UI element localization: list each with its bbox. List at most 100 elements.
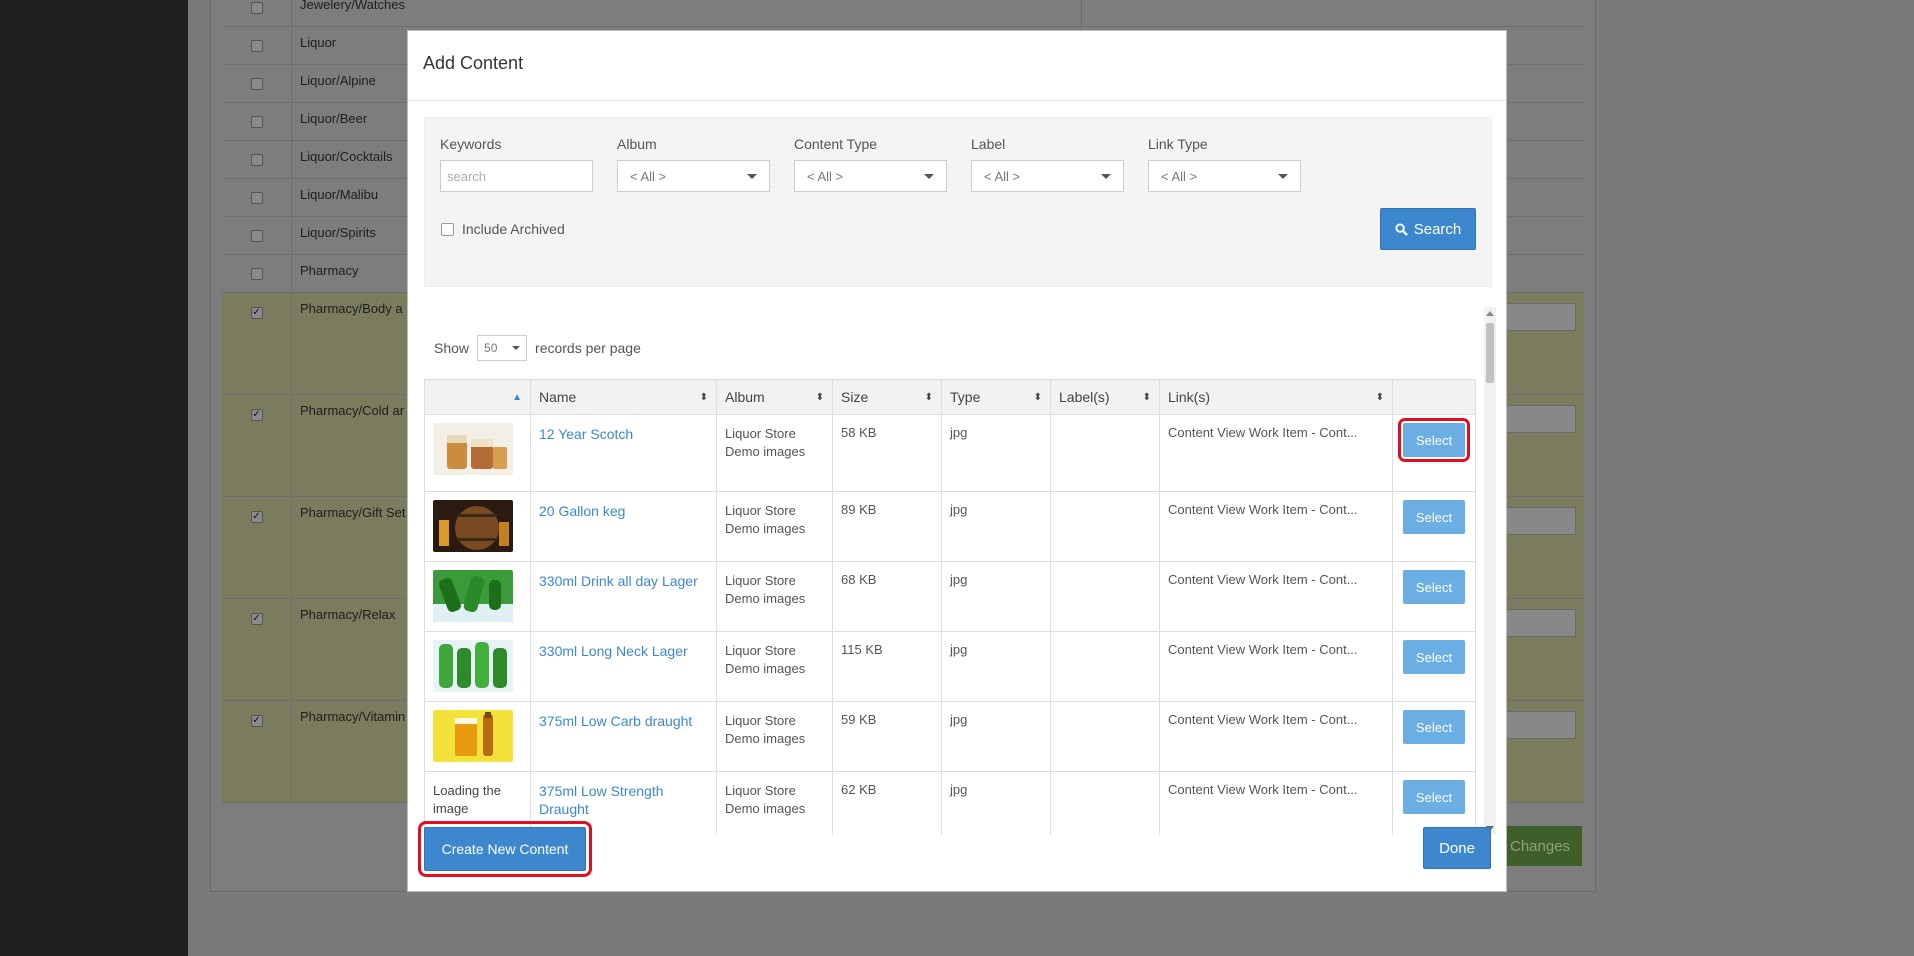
records-per-page-label: records per page: [535, 340, 641, 356]
category-checkbox: ✓: [250, 511, 263, 523]
content-name-link[interactable]: 20 Gallon keg: [539, 503, 625, 519]
album-cell: Liquor Store Demo images: [717, 632, 833, 701]
links-cell: Content View Work Item - Cont...: [1160, 702, 1393, 771]
category-checkbox-cell: [222, 217, 292, 254]
label-select-value: < All >: [984, 168, 1021, 184]
action-cell: Select: [1393, 415, 1475, 491]
keywords-label: Keywords: [440, 136, 502, 152]
select-button[interactable]: Select: [1403, 780, 1465, 814]
category-checkbox: [250, 153, 263, 166]
category-checkbox: [250, 267, 263, 280]
content-name-link[interactable]: 375ml Low Strength Draught: [539, 783, 664, 817]
category-checkbox: [250, 191, 263, 204]
page-length-value: 50: [484, 341, 498, 355]
album-cell: Liquor Store Demo images: [717, 415, 833, 491]
table-body: 12 Year Scotch Liquor Store Demo images 58…: [424, 415, 1476, 835]
category-checkbox-cell: [222, 141, 292, 178]
create-new-content-button[interactable]: Create New Content: [418, 821, 592, 877]
page-length-control: Show 50 records per page: [434, 335, 641, 361]
add-content-modal: Add Content Keywords Album < All > Conte…: [407, 30, 1507, 892]
sort-icon: ⬍: [1142, 391, 1151, 403]
loading-image-text: Loading the image: [433, 783, 501, 816]
size-cell: 59 KB: [833, 702, 942, 771]
page-length-select[interactable]: 50: [477, 335, 528, 361]
sort-icon: ⬍: [924, 391, 933, 403]
links-cell: Content View Work Item - Cont...: [1160, 562, 1393, 631]
include-archived-option[interactable]: Include Archived: [441, 221, 565, 237]
thumbnail-image: [433, 710, 513, 765]
type-cell: jpg: [942, 492, 1051, 561]
album-cell: Liquor Store Demo images: [717, 492, 833, 561]
labels-cell: [1051, 562, 1160, 631]
modal-header: Add Content: [408, 31, 1506, 101]
thumbnail-image: [433, 640, 513, 695]
table-row: 375ml Low Carb draught Liquor Store Demo …: [424, 702, 1476, 772]
name-cell: 375ml Low Strength Draught: [531, 772, 717, 835]
link-type-group: Link Type < All >: [1148, 136, 1301, 192]
done-button[interactable]: Done: [1423, 827, 1491, 869]
category-checkbox-cell: ✓: [222, 599, 292, 700]
chevron-down-icon: [1101, 173, 1111, 179]
label-group: Label < All >: [971, 136, 1124, 192]
type-cell: jpg: [942, 772, 1051, 835]
search-button[interactable]: Search: [1380, 208, 1476, 250]
album-cell: Liquor Store Demo images: [717, 702, 833, 771]
chevron-down-icon: [924, 173, 934, 179]
category-checkbox-cell: [222, 255, 292, 292]
column-thumbnail[interactable]: ▲: [425, 380, 531, 414]
category-extra-cell: [1082, 0, 1584, 26]
album-select[interactable]: < All >: [617, 160, 770, 192]
content-name-link[interactable]: 12 Year Scotch: [539, 426, 633, 442]
link-type-select[interactable]: < All >: [1148, 160, 1301, 192]
column-links[interactable]: Link(s) ⬍: [1160, 380, 1393, 414]
keywords-input[interactable]: [440, 160, 593, 192]
category-checkbox-cell: [222, 103, 292, 140]
content-name-link[interactable]: 330ml Drink all day Lager: [539, 573, 698, 589]
sort-icon: ⬍: [1375, 391, 1384, 403]
labels-cell: [1051, 492, 1160, 561]
type-cell: jpg: [942, 702, 1051, 771]
select-button[interactable]: Select: [1403, 500, 1465, 534]
type-cell: jpg: [942, 632, 1051, 701]
include-archived-label: Include Archived: [462, 221, 565, 237]
column-name[interactable]: Name ⬍: [531, 380, 717, 414]
include-archived-checkbox[interactable]: [441, 222, 454, 236]
labels-cell: [1051, 415, 1160, 491]
type-cell: jpg: [942, 562, 1051, 631]
size-cell: 62 KB: [833, 772, 942, 835]
list-scrollbar[interactable]: [1484, 307, 1496, 835]
column-album[interactable]: Album ⬍: [717, 380, 833, 414]
action-cell: Select: [1393, 562, 1475, 631]
content-type-label: Content Type: [794, 136, 878, 152]
links-cell: Content View Work Item - Cont...: [1160, 415, 1393, 491]
thumbnail-cell: [425, 415, 531, 491]
modal-title: Add Content: [423, 53, 524, 73]
album-cell: Liquor Store Demo images: [717, 772, 833, 835]
sort-asc-icon: ▲: [512, 391, 522, 403]
select-button[interactable]: Select: [1403, 710, 1465, 744]
action-cell: Select: [1393, 632, 1475, 701]
select-button[interactable]: Select: [1403, 570, 1465, 604]
column-labels[interactable]: Label(s) ⬍: [1051, 380, 1160, 414]
show-label: Show: [434, 340, 470, 356]
label-select[interactable]: < All >: [971, 160, 1124, 192]
column-type[interactable]: Type ⬍: [942, 380, 1051, 414]
category-checkbox: [250, 39, 263, 52]
content-name-link[interactable]: 330ml Long Neck Lager: [539, 643, 688, 659]
content-name-link[interactable]: 375ml Low Carb draught: [539, 713, 692, 729]
select-button[interactable]: Select: [1398, 418, 1470, 462]
background-category-row: Jewelery/Watches: [222, 0, 1584, 27]
content-type-select[interactable]: < All >: [794, 160, 947, 192]
column-size[interactable]: Size ⬍: [833, 380, 942, 414]
select-button[interactable]: Select: [1403, 640, 1465, 674]
thumbnail-image: [433, 423, 513, 478]
table-header: ▲ Name ⬍ Album ⬍ Size ⬍ Type ⬍ Label(s) ⬍ Lin…: [424, 379, 1476, 415]
link-type-select-value: < All >: [1161, 168, 1198, 184]
scroll-up-icon[interactable]: [1486, 311, 1494, 316]
sort-icon: ⬍: [815, 391, 824, 403]
name-cell: 375ml Low Carb draught: [531, 702, 717, 771]
category-checkbox-cell: [222, 0, 292, 26]
scroll-thumb[interactable]: [1486, 323, 1494, 383]
category-checkbox: ✓: [250, 307, 263, 319]
category-checkbox-cell: ✓: [222, 293, 292, 394]
